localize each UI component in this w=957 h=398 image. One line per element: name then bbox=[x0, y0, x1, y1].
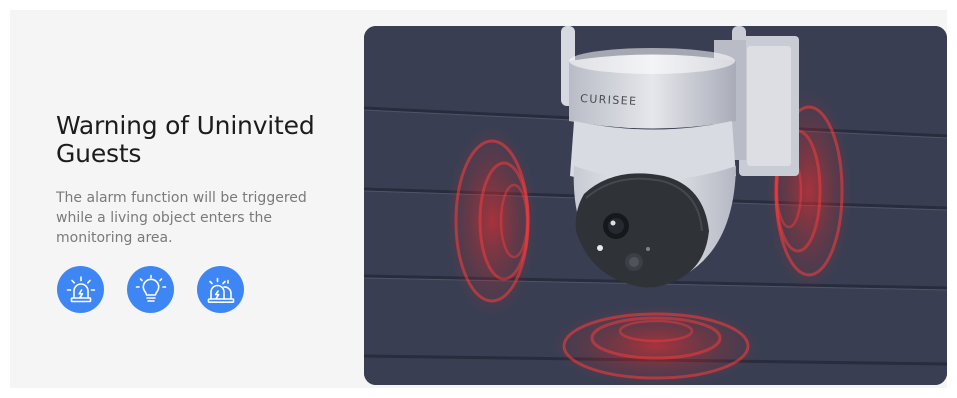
camera-body bbox=[569, 48, 736, 288]
feature-description: The alarm function will be triggered whi… bbox=[56, 190, 307, 246]
camera-scene: CURISEE bbox=[364, 26, 947, 385]
feature-title: Warning of Uninvited Guests bbox=[56, 111, 315, 168]
double-siren-icon bbox=[197, 266, 244, 313]
camera-photo: CURISEE bbox=[364, 26, 947, 385]
light-bulb-icon bbox=[127, 266, 174, 313]
feature-text: Warning of Uninvited Guests The alarm fu… bbox=[56, 112, 356, 248]
motion-wave-bottom bbox=[551, 306, 761, 385]
motion-wave-left bbox=[447, 126, 537, 316]
alarm-siren-icon bbox=[57, 266, 104, 313]
feature-icons bbox=[57, 266, 244, 313]
